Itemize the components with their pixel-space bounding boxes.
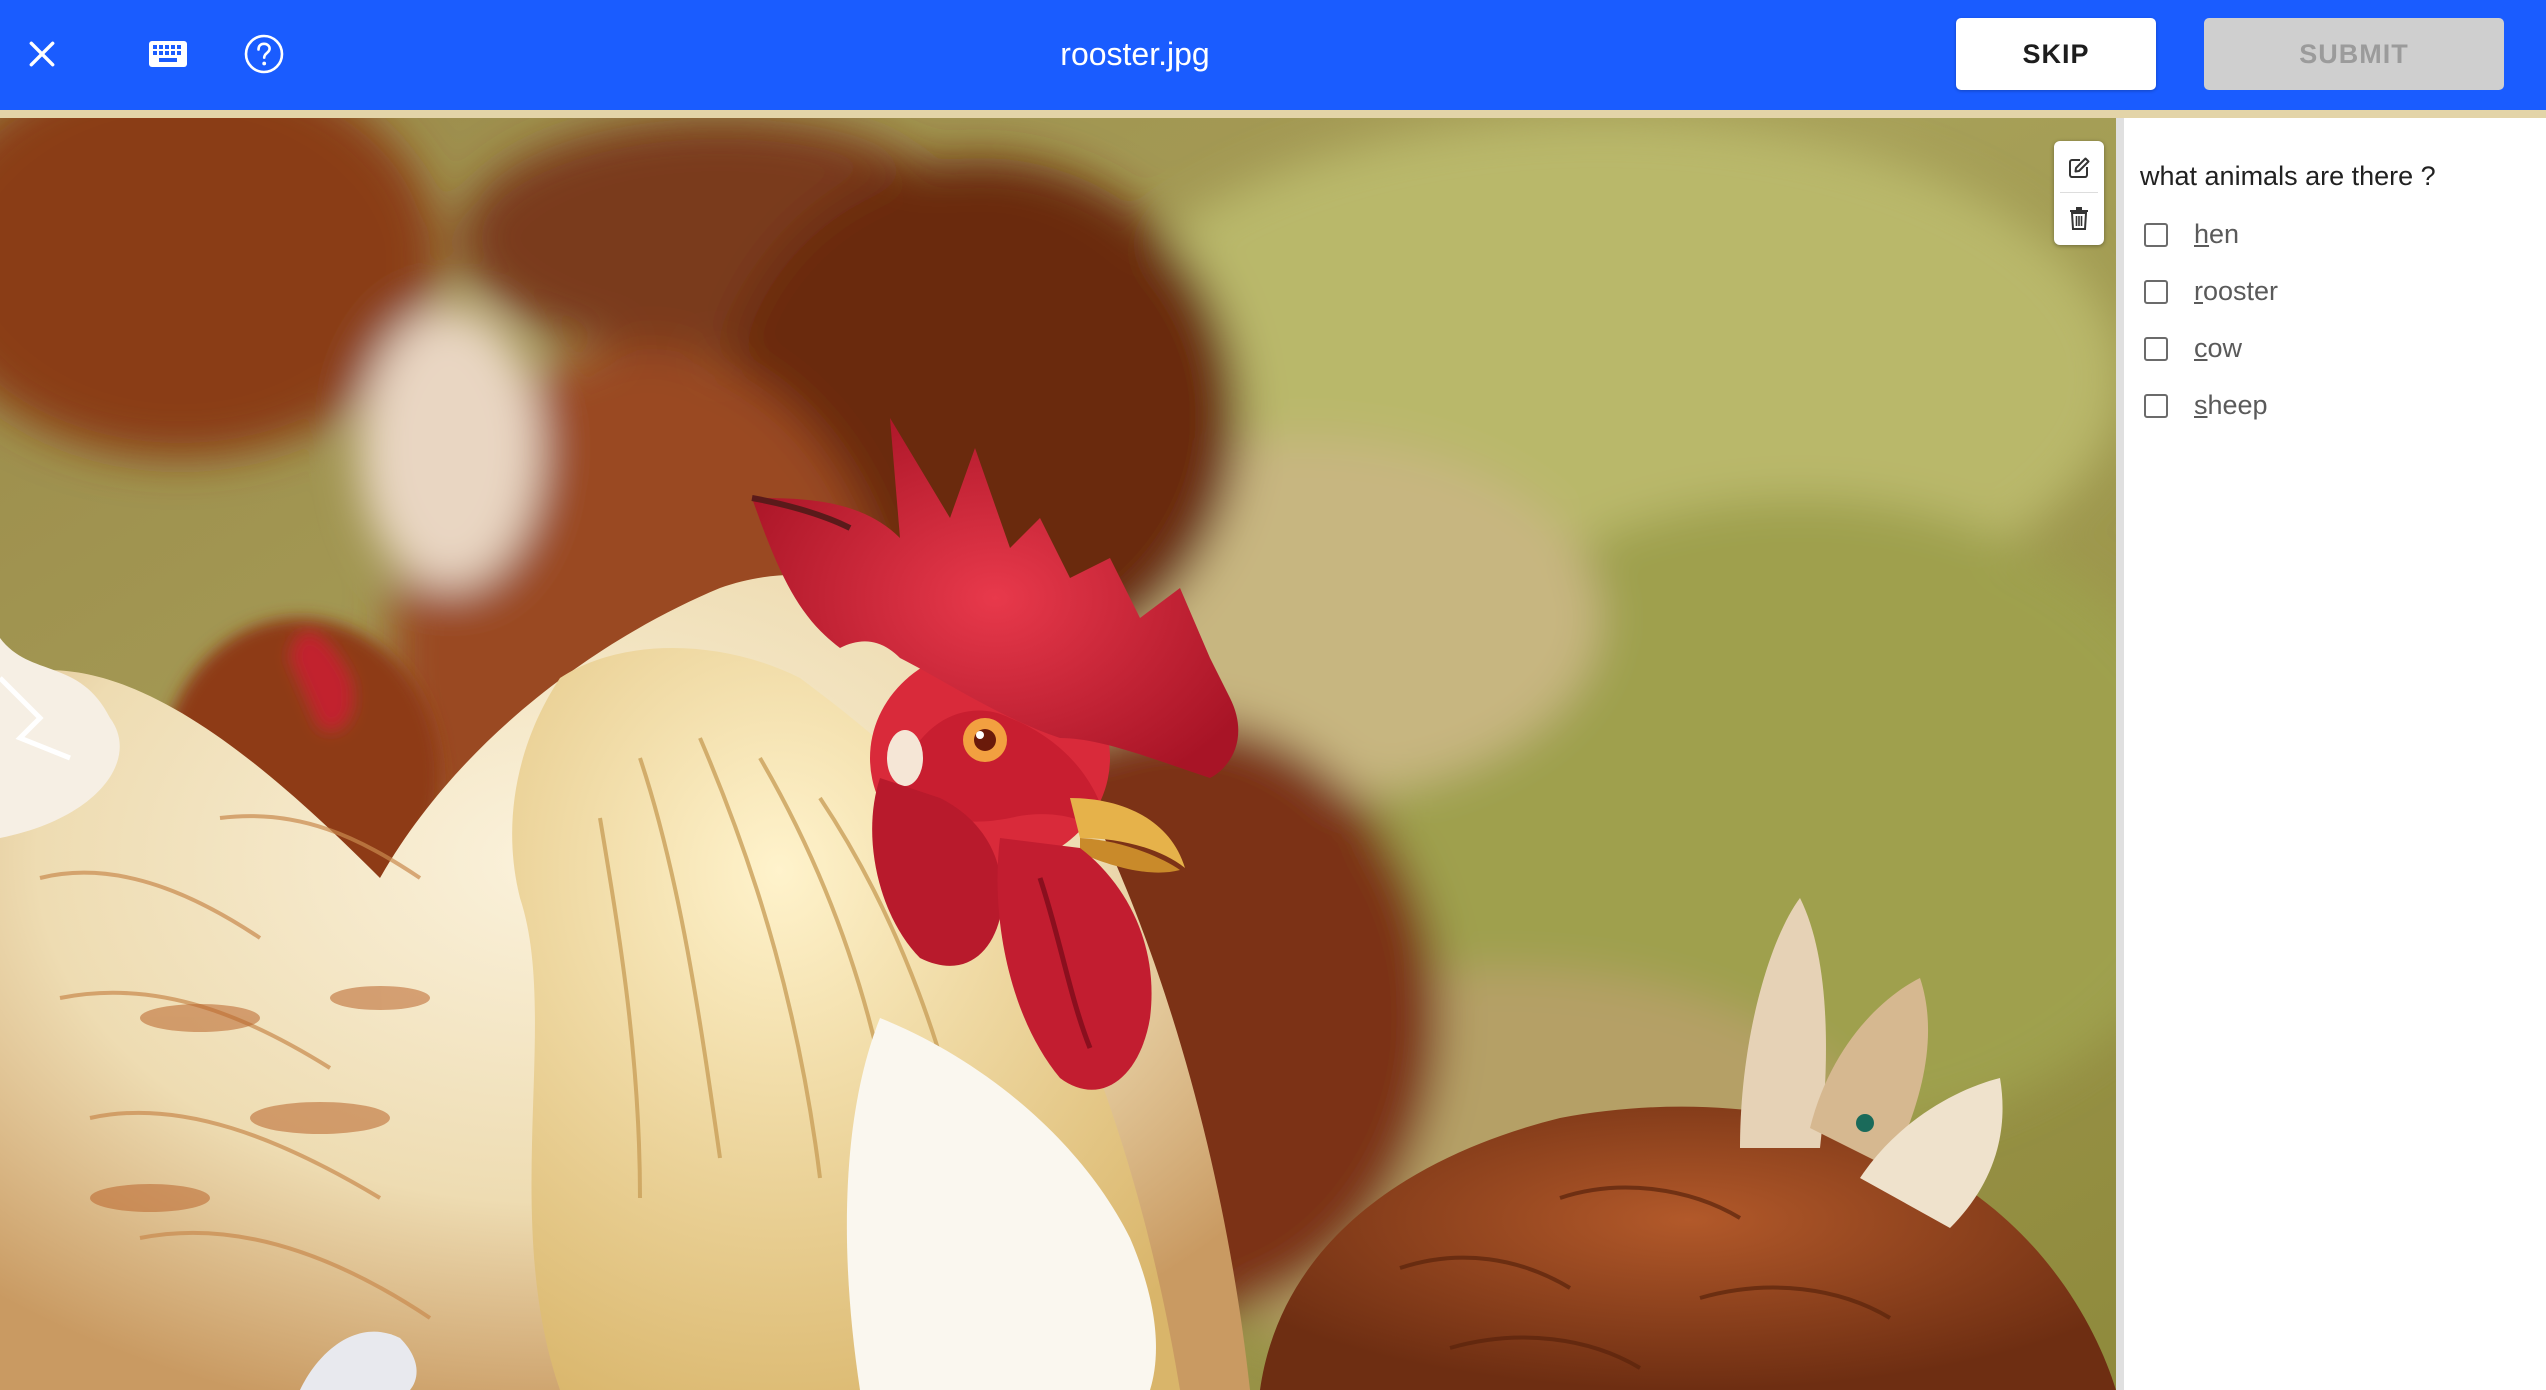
annotation-app: rooster.jpg SKIP SUBMIT what animals are…	[0, 0, 2546, 1390]
hotkey-hen: h	[2194, 219, 2210, 249]
classification-panel: what animals are there ? hen rooster cow…	[2124, 118, 2546, 1390]
edit-icon	[2069, 157, 2090, 178]
rooster-photo	[0, 118, 2116, 1390]
top-toolbar: rooster.jpg SKIP SUBMIT	[0, 0, 2546, 110]
hotkey-cow: c	[2194, 333, 2208, 363]
topbar-divider	[0, 110, 2546, 118]
answer-options: hen rooster cow sheep	[2144, 206, 2524, 434]
hotkey-sheep: s	[2194, 390, 2208, 420]
file-name-title: rooster.jpg	[1060, 36, 1210, 72]
close-icon	[29, 41, 55, 67]
panel-divider	[2116, 118, 2124, 1390]
option-hen[interactable]: hen	[2144, 206, 2524, 263]
option-text-rooster: ooster	[2203, 276, 2279, 306]
annotation-image[interactable]	[0, 118, 2116, 1390]
checkbox-sheep[interactable]	[2144, 393, 2168, 418]
option-text-hen: en	[2209, 219, 2240, 249]
option-text-sheep: heep	[2207, 390, 2268, 420]
skip-button[interactable]: SKIP	[1956, 18, 2156, 90]
option-sheep[interactable]: sheep	[2144, 377, 2524, 434]
edit-button[interactable]	[2054, 143, 2104, 193]
keyboard-icon	[149, 41, 187, 67]
help-icon	[244, 34, 284, 74]
option-label-hen: hen	[2194, 219, 2239, 250]
hotkey-rooster: r	[2194, 276, 2203, 306]
submit-button[interactable]: SUBMIT	[2204, 18, 2504, 90]
image-tools	[2054, 141, 2104, 245]
option-cow[interactable]: cow	[2144, 320, 2524, 377]
delete-icon	[2070, 207, 2088, 230]
checkbox-rooster[interactable]	[2144, 279, 2168, 304]
close-button[interactable]	[14, 26, 70, 82]
question-label: what animals are there ?	[2140, 161, 2436, 191]
option-label-cow: cow	[2194, 333, 2242, 364]
checkbox-cow[interactable]	[2144, 336, 2168, 361]
option-label-rooster: rooster	[2194, 276, 2278, 307]
keyboard-shortcuts-button[interactable]	[140, 28, 196, 80]
checkbox-hen[interactable]	[2144, 222, 2168, 247]
option-label-sheep: sheep	[2194, 390, 2268, 421]
option-text-cow: ow	[2207, 333, 2243, 363]
help-button[interactable]	[236, 26, 292, 82]
delete-button[interactable]	[2054, 193, 2104, 243]
option-rooster[interactable]: rooster	[2144, 263, 2524, 320]
